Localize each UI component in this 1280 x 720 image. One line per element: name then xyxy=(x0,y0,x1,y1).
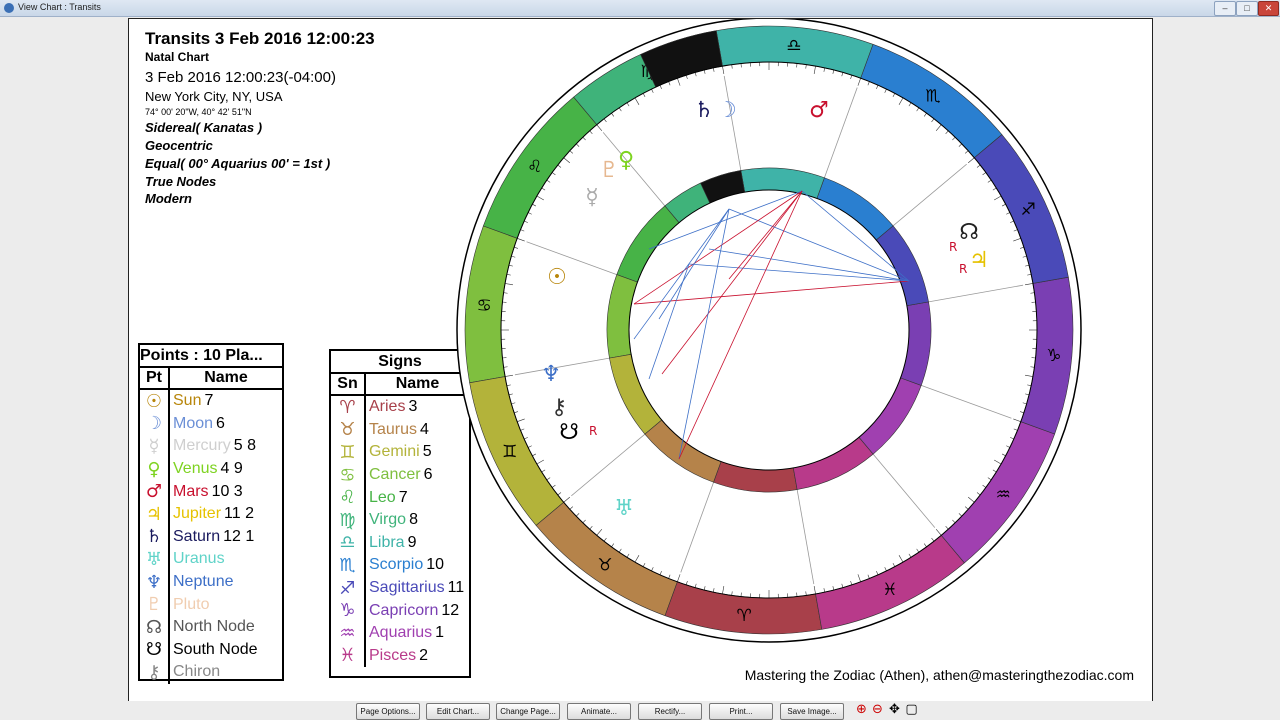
animate-button[interactable]: Animate... xyxy=(567,703,631,720)
footer-credit: Mastering the Zodiac (Athen), athen@mast… xyxy=(744,667,1134,683)
bottom-toolbar: Page Options... Edit Chart... Change Pag… xyxy=(0,701,1280,720)
zodiac-sign-glyph-icon: ♈ xyxy=(736,606,751,626)
rectify-button[interactable]: Rectify... xyxy=(638,703,702,720)
zodiac-sign-glyph-icon: ♏ xyxy=(925,87,940,107)
zodiac-sign-glyph-icon: ♊ xyxy=(502,442,517,462)
zoom-in-icon[interactable]: ⊕ xyxy=(854,703,869,718)
app-icon xyxy=(4,3,14,13)
planet-glyph-icon: ☿ xyxy=(585,185,599,210)
planet-glyph-icon: ♅ xyxy=(614,496,634,521)
zodiac-sign-glyph-icon: ♋ xyxy=(476,296,491,316)
planet-glyph-icon: ♀ xyxy=(618,148,634,173)
page-options-button[interactable]: Page Options... xyxy=(356,703,420,720)
retrograde-marker: R xyxy=(949,240,957,254)
save-image-button[interactable]: Save Image... xyxy=(780,703,844,720)
minimize-button[interactable]: – xyxy=(1214,1,1236,16)
zodiac-sign-glyph-icon: ♑ xyxy=(1046,346,1061,366)
planet-glyph-icon: ☊ xyxy=(959,220,979,245)
zodiac-sign-glyph-icon: ♐ xyxy=(1021,200,1036,220)
chart-wheel[interactable]: ♏♎♍♌♋♊♉♈♓♒♑♐♄ ☽ ♂☊♃♀♇☿☉♆⚷☋♅RRR xyxy=(129,19,1152,701)
planet-glyph-icon: ♆ xyxy=(541,362,561,387)
retrograde-marker: R xyxy=(589,424,597,438)
inner-circle xyxy=(628,189,910,471)
chart-canvas: Transits 3 Feb 2016 12:00:23 Natal Chart… xyxy=(128,18,1153,702)
zodiac-sign-glyph-icon: ♎ xyxy=(786,36,801,56)
planet-glyph-icon: ♇ xyxy=(599,158,619,183)
edit-chart-button[interactable]: Edit Chart... xyxy=(426,703,490,720)
retrograde-marker: R xyxy=(959,262,967,276)
window-title: View Chart : Transits xyxy=(18,2,101,12)
change-page-button[interactable]: Change Page... xyxy=(496,703,560,720)
pan-icon[interactable]: ✥ xyxy=(887,703,902,718)
print-button[interactable]: Print... xyxy=(709,703,773,720)
close-button[interactable]: ✕ xyxy=(1258,1,1279,16)
planet-glyph-icon: ♄ xyxy=(694,98,714,123)
zodiac-sign-glyph-icon: ♒ xyxy=(996,485,1011,505)
planet-glyph-icon: ⚷ xyxy=(551,395,567,420)
window-titlebar: View Chart : Transits – □ ✕ xyxy=(0,0,1280,17)
planet-glyph-icon: ☉ xyxy=(547,265,567,290)
planet-glyph-icon: ☽ xyxy=(717,98,737,123)
planet-glyph-icon: ☋ xyxy=(559,420,579,445)
zodiac-sign-glyph-icon: ♌ xyxy=(527,157,542,177)
zodiac-sign-glyph-icon: ♉ xyxy=(597,555,612,575)
zoom-out-icon[interactable]: ⊖ xyxy=(870,703,885,718)
zodiac-sign-glyph-icon: ♓ xyxy=(882,580,897,600)
planet-glyph-icon: ♃ xyxy=(969,248,989,273)
fit-icon[interactable]: ▢ xyxy=(904,703,919,718)
planet-glyph-icon: ♂ xyxy=(809,98,829,123)
maximize-button[interactable]: □ xyxy=(1236,1,1258,16)
